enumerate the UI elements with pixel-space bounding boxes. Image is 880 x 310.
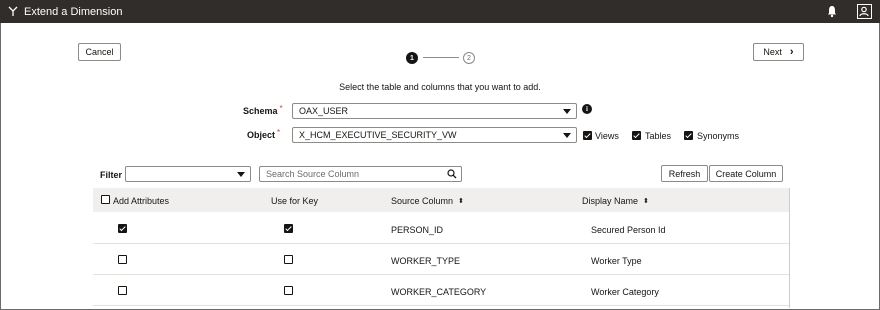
caret-down-icon	[237, 172, 245, 177]
schema-select[interactable]: OAX_USER	[292, 103, 577, 119]
header-source-column[interactable]: Source Column ⬍	[391, 196, 464, 206]
display-name-cell[interactable]: Worker Category	[591, 287, 659, 297]
step-1-indicator[interactable]: 1	[406, 52, 418, 64]
dialog-title: Extend a Dimension	[24, 6, 123, 18]
required-marker: *	[279, 104, 283, 113]
table-right-border	[789, 188, 790, 308]
use-for-key-checkbox[interactable]	[284, 224, 293, 233]
caret-down-icon	[563, 109, 571, 114]
add-attribute-checkbox[interactable]	[118, 224, 127, 233]
header-display-name-text: Display Name	[582, 196, 639, 206]
search-field	[259, 166, 462, 182]
sort-icon[interactable]: ⬍	[643, 197, 649, 205]
chevron-right-icon: ›	[789, 45, 794, 58]
next-button[interactable]: Next ›	[753, 43, 804, 61]
tables-label: Tables	[645, 131, 672, 141]
header-use-for-key: Use for Key	[271, 196, 319, 206]
object-value: X_HCM_EXECUTIVE_SECURITY_VW	[299, 130, 457, 140]
add-attribute-checkbox[interactable]	[118, 255, 127, 264]
add-attribute-checkbox[interactable]	[118, 286, 127, 295]
tables-checkbox[interactable]	[632, 131, 641, 140]
next-label: Next	[763, 47, 782, 57]
table-header: Add Attributes Use for Key Source Column…	[93, 188, 790, 212]
caret-down-icon	[563, 133, 571, 138]
header-add-attributes: Add Attributes	[113, 196, 170, 206]
refresh-button[interactable]: Refresh	[661, 165, 708, 182]
schema-label-text: Schema	[243, 106, 278, 116]
title-bar: Extend a Dimension	[0, 0, 880, 23]
required-marker: *	[277, 128, 281, 137]
table-row: WORKER_CATEGORY Worker Category	[93, 275, 790, 306]
user-icon[interactable]	[857, 4, 872, 19]
cancel-button[interactable]: Cancel	[78, 43, 121, 61]
object-select[interactable]: X_HCM_EXECUTIVE_SECURITY_VW	[292, 127, 577, 143]
filter-select[interactable]	[125, 166, 251, 182]
synonyms-checkbox[interactable]	[684, 131, 693, 140]
search-input[interactable]	[260, 167, 440, 181]
source-column-cell: WORKER_CATEGORY	[391, 287, 487, 297]
synonyms-label: Synonyms	[697, 131, 740, 141]
source-column-cell: WORKER_TYPE	[391, 256, 461, 266]
info-icon[interactable]: i	[582, 104, 592, 114]
use-for-key-checkbox[interactable]	[284, 255, 293, 264]
display-name-cell[interactable]: Secured Person Id	[591, 225, 666, 235]
table-row: WORKER_TYPE Worker Type	[93, 244, 790, 275]
object-label-text: Object	[247, 130, 276, 140]
schema-label: Schema *	[243, 104, 283, 116]
branch-icon[interactable]	[7, 5, 19, 17]
search-icon[interactable]	[447, 169, 457, 179]
instruction-text: Select the table and columns that you wa…	[339, 82, 541, 92]
table-row: PERSON_ID Secured Person Id	[93, 213, 790, 244]
source-column-cell: PERSON_ID	[391, 225, 444, 235]
filter-label: Filter	[100, 170, 123, 180]
header-source-column-text: Source Column	[391, 196, 454, 206]
views-label: Views	[595, 131, 619, 141]
object-label: Object *	[247, 128, 281, 140]
add-all-attributes-checkbox[interactable]	[101, 195, 110, 204]
header-display-name[interactable]: Display Name ⬍	[582, 196, 649, 206]
stepper-connector	[423, 57, 459, 58]
schema-value: OAX_USER	[299, 106, 349, 116]
bell-icon[interactable]	[826, 4, 838, 18]
sort-icon[interactable]: ⬍	[458, 197, 464, 205]
create-column-button[interactable]: Create Column	[709, 165, 783, 182]
display-name-cell[interactable]: Worker Type	[591, 256, 642, 266]
use-for-key-checkbox[interactable]	[284, 286, 293, 295]
step-2-indicator[interactable]: 2	[463, 52, 475, 64]
views-checkbox[interactable]	[583, 131, 592, 140]
